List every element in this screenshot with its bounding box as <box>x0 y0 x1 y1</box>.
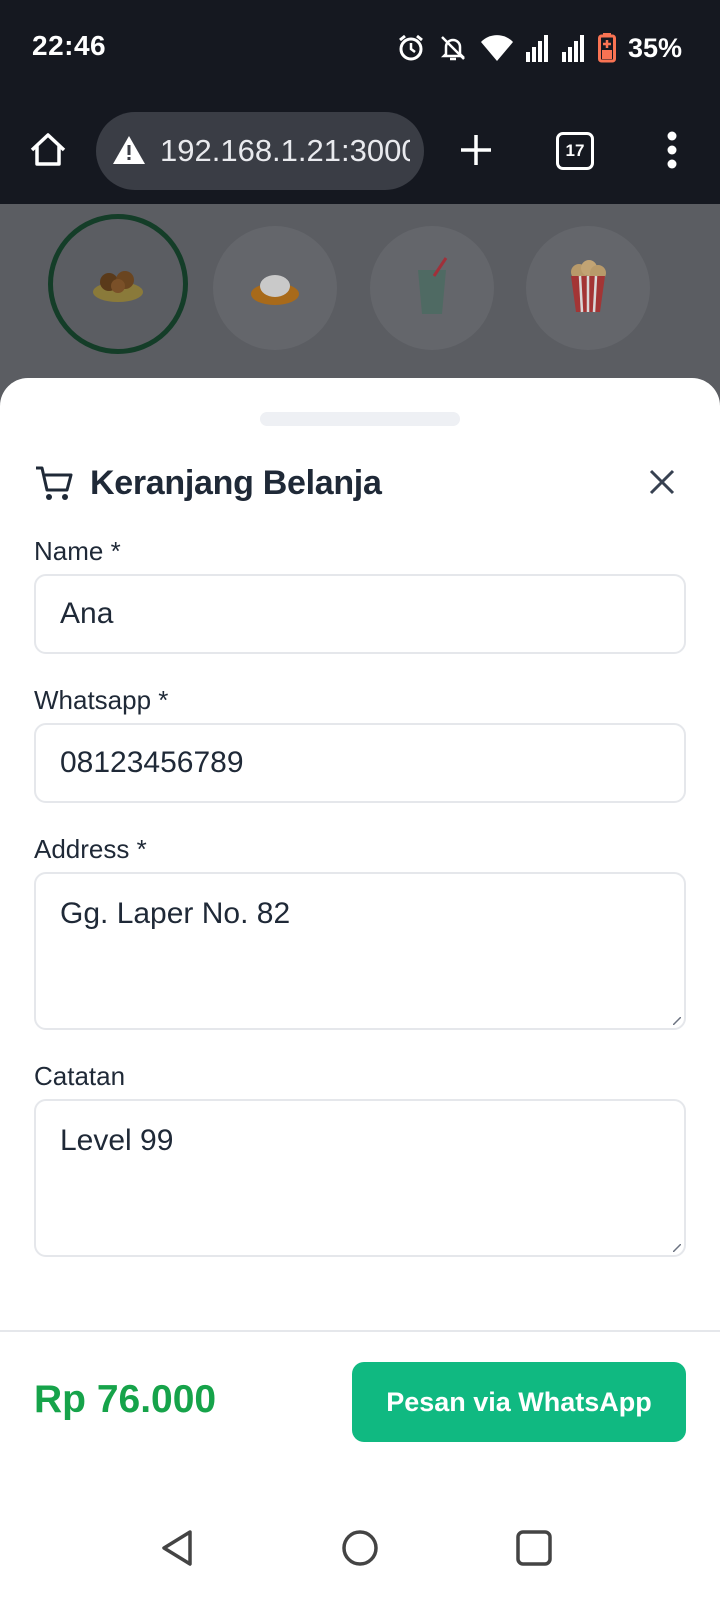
notes-textarea[interactable]: Level 99 <box>34 1099 686 1257</box>
resize-grip-icon[interactable] <box>673 1244 681 1252</box>
sheet-drag-handle[interactable] <box>260 412 460 426</box>
name-input[interactable]: Ana <box>34 574 686 654</box>
tab-count: 17 <box>556 132 594 170</box>
system-nav-bar <box>0 1500 720 1600</box>
category-food[interactable] <box>48 214 188 354</box>
plus-icon <box>458 132 494 173</box>
address-value: Gg. Laper No. 82 <box>60 897 291 930</box>
back-triangle-icon <box>158 1528 198 1573</box>
notes-value: Level 99 <box>60 1124 174 1157</box>
battery-saver-icon <box>597 33 616 63</box>
recents-square-icon <box>514 1528 554 1573</box>
drink-icon <box>412 256 452 321</box>
rice-bowl-icon <box>248 264 302 313</box>
address-textarea[interactable]: Gg. Laper No. 82 <box>34 872 686 1030</box>
name-label: Name * <box>34 536 121 566</box>
status-bar: 22:46 35% <box>0 0 720 100</box>
home-nav-button[interactable] <box>334 1524 386 1576</box>
home-circle-icon <box>340 1528 380 1573</box>
status-icons: 35% <box>396 30 682 66</box>
url-text: 192.168.1.21:3000/ <box>160 133 410 168</box>
cart-total: Rp 76.000 <box>34 1378 217 1421</box>
signal-icon <box>525 34 550 62</box>
menu-button[interactable] <box>644 124 700 180</box>
footer-divider <box>0 1330 720 1332</box>
bell-off-icon <box>438 33 468 63</box>
cart-header: Keranjang Belanja <box>34 456 686 512</box>
home-icon <box>28 130 68 175</box>
address-bar[interactable]: 192.168.1.21:3000/ <box>96 112 424 190</box>
close-icon <box>648 468 676 501</box>
popcorn-icon <box>565 258 611 319</box>
alarm-icon <box>396 33 426 63</box>
battery-percentage: 35% <box>627 32 682 63</box>
cart-sheet: Keranjang Belanja Name * Ana Whatsapp * … <box>0 378 720 1500</box>
wifi-icon <box>480 33 514 63</box>
cart-title: Keranjang Belanja <box>90 464 382 502</box>
category-rice[interactable] <box>213 226 337 350</box>
back-button[interactable] <box>152 1524 204 1576</box>
more-vert-icon <box>666 130 678 175</box>
status-time: 22:46 <box>32 30 107 61</box>
cart-icon <box>34 464 74 509</box>
category-drink[interactable] <box>370 226 494 350</box>
whatsapp-label: Whatsapp * <box>34 685 169 715</box>
browser-toolbar: 192.168.1.21:3000/ 17 <box>0 100 720 204</box>
category-snack[interactable] <box>526 226 650 350</box>
close-button[interactable] <box>638 460 686 508</box>
notes-label: Catatan <box>34 1061 126 1091</box>
tab-switcher-button[interactable]: 17 <box>548 124 604 180</box>
signal-icon <box>561 34 586 62</box>
warning-icon <box>112 134 146 171</box>
recents-button[interactable] <box>508 1524 560 1576</box>
whatsapp-input[interactable]: 08123456789 <box>34 723 686 803</box>
resize-grip-icon[interactable] <box>673 1017 681 1025</box>
address-label: Address * <box>34 834 147 864</box>
food-plate-icon <box>91 260 145 309</box>
home-button[interactable] <box>20 124 76 180</box>
order-whatsapp-button[interactable]: Pesan via WhatsApp <box>352 1362 686 1442</box>
new-tab-button[interactable] <box>448 124 504 180</box>
